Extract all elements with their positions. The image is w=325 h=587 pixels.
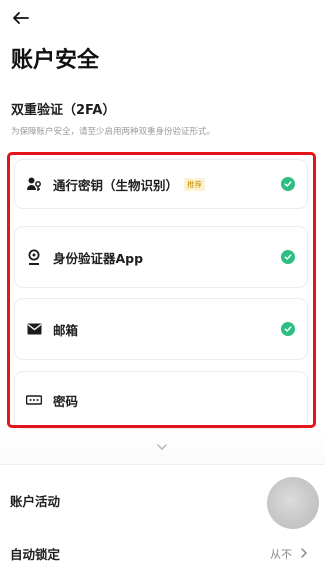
page-title: 账户安全 (11, 48, 100, 73)
section-title-2fa: 双重验证（2FA） (11, 103, 116, 118)
check-circle-icon (281, 322, 295, 336)
method-card-email[interactable]: 邮箱 (14, 298, 308, 360)
password-icon (25, 391, 43, 409)
method-label: 密码 (53, 393, 79, 409)
check-circle-icon (281, 250, 295, 264)
back-button[interactable] (10, 8, 32, 28)
expand-more-button[interactable] (152, 440, 172, 454)
check-circle-icon (281, 177, 295, 191)
chevron-down-icon (157, 444, 167, 450)
method-card-authenticator[interactable]: 身份验证器App (14, 226, 308, 288)
auto-lock-row[interactable]: 自动锁定 (10, 544, 60, 563)
recommended-badge: 推荐 (184, 177, 206, 191)
back-arrow-icon (13, 12, 29, 24)
floating-assistive-button[interactable] (267, 477, 319, 529)
divider (0, 464, 325, 465)
method-card-passkey[interactable]: 通行密钥（生物识别） 推荐 (14, 159, 308, 209)
method-card-password[interactable]: 密码 (14, 371, 308, 429)
passkey-icon (25, 175, 43, 193)
email-icon (25, 320, 43, 338)
chevron-right-icon (299, 547, 309, 559)
auto-lock-value: 从不 (270, 548, 292, 561)
section-description: 为保障账户安全，请至少启用两种双重身份验证形式。 (11, 127, 216, 137)
method-label: 身份验证器App (53, 250, 144, 266)
authenticator-icon (25, 248, 43, 266)
account-activity-row[interactable]: 账户活动 (10, 491, 60, 510)
method-label: 通行密钥（生物识别） (53, 177, 179, 193)
method-label: 邮箱 (53, 322, 79, 338)
